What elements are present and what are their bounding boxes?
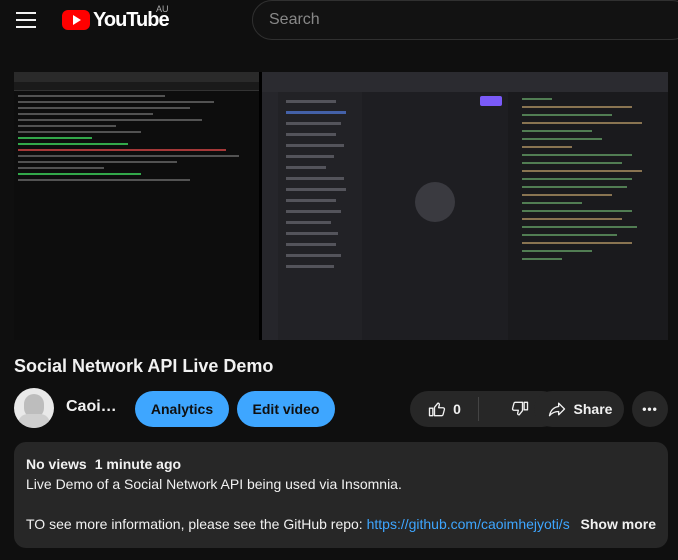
- video-title: Social Network API Live Demo: [14, 356, 274, 376]
- description-line: Live Demo of a Social Network API being …: [26, 476, 402, 492]
- avatar[interactable]: [14, 388, 54, 428]
- description-repo-line: TO see more information, please see the …: [26, 514, 656, 534]
- analytics-button[interactable]: Analytics: [135, 391, 229, 427]
- share-label: Share: [573, 401, 613, 417]
- repo-prefix: TO see more information, please see the …: [26, 516, 367, 532]
- like-icon: [427, 399, 447, 419]
- like-button[interactable]: 0: [410, 391, 478, 427]
- video-player[interactable]: [14, 72, 668, 340]
- dislike-icon: [510, 399, 530, 419]
- edit-video-label: Edit video: [252, 401, 320, 417]
- more-button[interactable]: •••: [632, 391, 668, 427]
- view-count: No views: [26, 456, 87, 472]
- video-insomnia-frame: [262, 72, 668, 340]
- like-count: 0: [453, 401, 461, 417]
- share-icon: [546, 399, 568, 419]
- share-button[interactable]: Share: [534, 391, 624, 427]
- repo-link[interactable]: https://github.com/caoimhejyoti/s: [367, 516, 570, 532]
- video-terminal-frame: [14, 72, 259, 340]
- search-placeholder: Search: [269, 11, 320, 28]
- more-icon: •••: [642, 402, 658, 416]
- youtube-play-icon: [62, 10, 90, 30]
- region-label: AU: [156, 4, 169, 14]
- channel-name[interactable]: Caoi…: [66, 398, 117, 416]
- youtube-logo[interactable]: YouTube: [62, 8, 170, 32]
- description-box[interactable]: No views 1 minute ago Live Demo of a Soci…: [14, 442, 668, 548]
- description-meta: No views 1 minute ago: [26, 454, 656, 474]
- search-input[interactable]: Search: [252, 0, 678, 40]
- menu-icon[interactable]: [16, 12, 36, 28]
- edit-video-button[interactable]: Edit video: [237, 391, 335, 427]
- show-more-button[interactable]: Show more: [574, 516, 656, 532]
- analytics-label: Analytics: [150, 401, 214, 417]
- upload-time: 1 minute ago: [94, 456, 182, 472]
- top-bar: YouTube AU Search: [0, 0, 678, 40]
